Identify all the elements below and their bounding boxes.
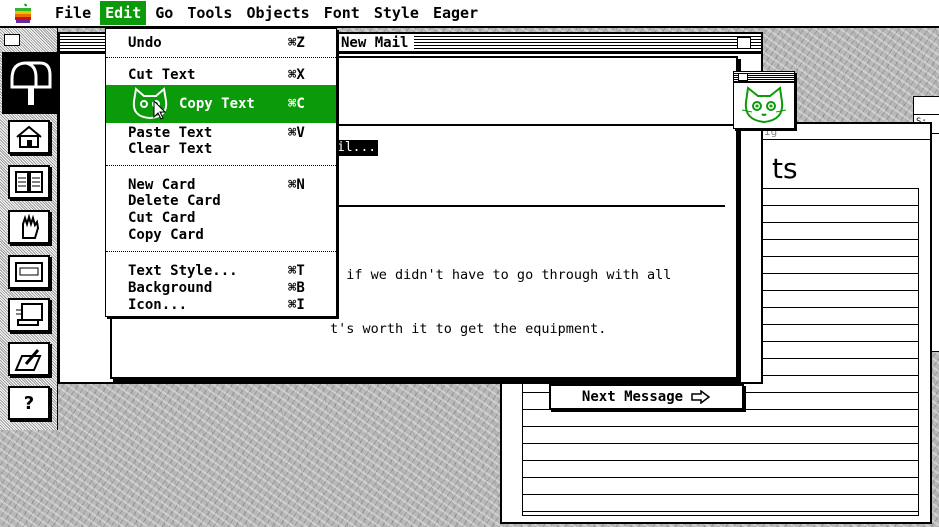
edit-menu-dropdown: Undo ⌘Z Cut Text ⌘X Copy Text ⌘C Paste T… — [105, 28, 337, 317]
menu-item-cut-text[interactable]: Cut Text ⌘X — [106, 67, 336, 83]
home-tool[interactable] — [8, 120, 50, 154]
cat-icon — [741, 86, 787, 124]
menu-tools[interactable]: Tools — [182, 1, 237, 25]
mail-body-line: t's worth it to get the equipment. — [330, 321, 607, 337]
menu-item-label: New Card — [128, 177, 196, 193]
menu-file[interactable]: File — [50, 1, 96, 25]
menu-item-label: Copy Card — [128, 227, 204, 243]
menu-item-copy-text[interactable]: Copy Text ⌘C — [106, 85, 336, 123]
next-message-button[interactable]: Next Message — [549, 384, 744, 410]
panel-rule — [914, 114, 939, 115]
hand-tool[interactable] — [8, 210, 50, 244]
menu-item-cut-card[interactable]: Cut Card — [106, 210, 336, 226]
menu-style[interactable]: Style — [369, 1, 424, 25]
menu-objects[interactable]: Objects — [241, 1, 314, 25]
selected-field-text[interactable]: il... — [335, 140, 379, 156]
menu-item-label: Undo — [128, 35, 162, 51]
menu-separator — [106, 57, 336, 58]
menu-item-label: Paste Text — [128, 125, 213, 141]
menu-item-label: Background — [128, 280, 213, 296]
shortcut-label: ⌘X — [288, 67, 305, 83]
computer-tool[interactable] — [8, 298, 50, 332]
menu-separator — [106, 165, 336, 166]
mail-window-title: New Mail — [335, 35, 415, 51]
menu-item-background[interactable]: Background ⌘B — [106, 280, 336, 296]
book-icon — [15, 171, 43, 193]
menu-item-label: Clear Text — [128, 141, 213, 157]
menu-item-label: Text Style... — [128, 263, 238, 279]
mail-body-line: r if we didn't have to go through with a… — [330, 267, 672, 283]
menu-item-undo[interactable]: Undo ⌘Z — [106, 35, 336, 51]
next-message-label: Next Message — [581, 389, 684, 405]
cat-window-close-box[interactable] — [738, 73, 748, 81]
menu-item-copy-card[interactable]: Copy Card — [106, 227, 336, 243]
zoom-box[interactable] — [737, 37, 751, 49]
menu-item-paste-text[interactable]: Paste Text ⌘V — [106, 125, 336, 141]
write-tool[interactable] — [8, 342, 50, 376]
palette-close-box[interactable] — [4, 34, 20, 46]
menu-item-text-style[interactable]: Text Style... ⌘T — [106, 263, 336, 279]
help-label: ? — [23, 392, 35, 414]
menu-item-label: Cut Card — [128, 210, 196, 226]
mail-body[interactable]: r if we didn't have to go through with a… — [330, 230, 740, 374]
shortcut-label: ⌘V — [288, 125, 305, 141]
menu-bar: File Edit Go Tools Objects Font Style Ea… — [0, 0, 939, 28]
menu-item-label: Copy Text — [179, 96, 255, 112]
menu-separator — [106, 251, 336, 252]
book-tool[interactable] — [8, 165, 50, 199]
mailbox-tool[interactable] — [2, 52, 58, 114]
menu-item-clear-text[interactable]: Clear Text — [106, 141, 336, 157]
mailbox-icon — [10, 61, 52, 105]
computer-icon — [16, 303, 43, 326]
apple-menu[interactable] — [10, 2, 36, 24]
menu-edit[interactable]: Edit — [100, 1, 147, 25]
hand-icon — [22, 214, 40, 239]
shortcut-label: ⌘B — [288, 280, 305, 296]
cat-cursor-icon — [132, 87, 168, 120]
shortcut-label: ⌘Z — [288, 35, 305, 51]
eager-cat-window[interactable] — [733, 71, 795, 129]
shortcut-label: ⌘I — [288, 297, 305, 313]
menu-item-label: Cut Text — [128, 67, 196, 83]
menu-item-icon[interactable]: Icon... ⌘I — [106, 297, 336, 313]
arrow-right-icon — [691, 390, 711, 404]
pencil-paper-icon — [14, 349, 42, 371]
menu-go[interactable]: Go — [150, 1, 178, 25]
menu-item-new-card[interactable]: New Card ⌘N — [106, 177, 336, 193]
card-title: ts — [772, 152, 798, 185]
help-button[interactable]: ? — [8, 386, 50, 420]
menu-font[interactable]: Font — [319, 1, 365, 25]
menu-item-label: Delete Card — [128, 193, 221, 209]
shortcut-label: ⌘T — [288, 263, 305, 279]
menu-item-label: Icon... — [128, 297, 188, 313]
home-icon — [16, 125, 42, 148]
shortcut-label: ⌘C — [288, 96, 305, 112]
calendar-icon — [15, 262, 43, 282]
calendar-tool[interactable] — [8, 255, 50, 289]
menu-item-delete-card[interactable]: Delete Card — [106, 193, 336, 209]
apple-icon — [15, 3, 31, 23]
menu-eager[interactable]: Eager — [428, 1, 483, 25]
shortcut-label: ⌘N — [288, 177, 305, 193]
